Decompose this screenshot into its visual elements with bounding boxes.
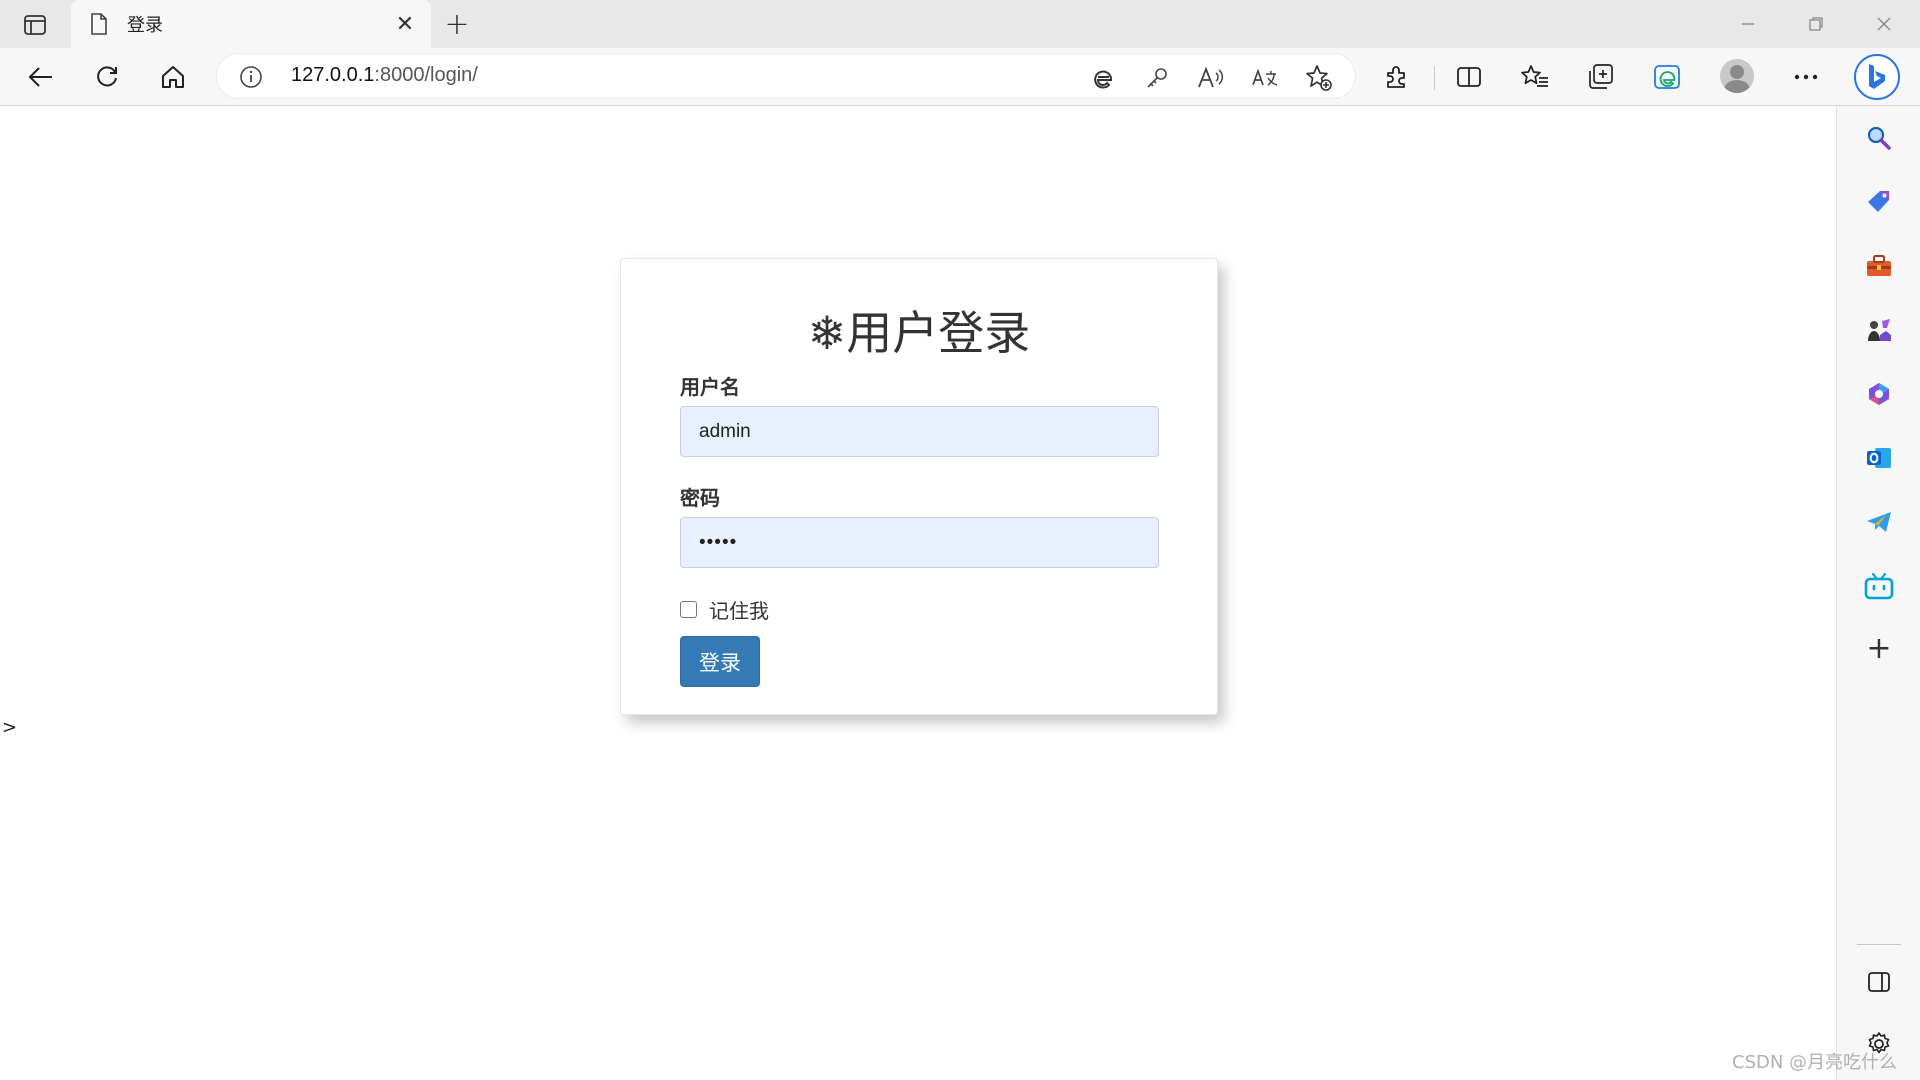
read-aloud-icon [1198,66,1224,88]
password-label: 密码 [680,486,720,510]
sidebar-office[interactable] [1859,374,1899,414]
split-screen-button[interactable] [1450,58,1488,96]
remember-label: 记住我 [709,599,769,623]
username-input[interactable] [680,406,1159,457]
edge-drop-button[interactable] [1648,58,1686,96]
username-label: 用户名 [680,375,740,399]
window-close-button[interactable] [1854,4,1914,44]
minimize-button[interactable] [1718,4,1778,44]
profile-avatar[interactable] [1720,59,1754,93]
collections-icon [1589,64,1613,89]
login-title: ❄用户登录 [807,306,1031,360]
home-button[interactable] [154,58,192,96]
login-card: ❄用户登录 用户名 密码 记住我 登录 [620,258,1218,715]
avatar-head [1730,65,1744,79]
sidebar-search[interactable] [1859,118,1899,158]
sidebar-shopping[interactable] [1859,182,1899,222]
sidebar-toggle-icon [1868,972,1890,992]
toolbox-icon [1867,255,1891,276]
close-icon [1877,17,1891,31]
more-button[interactable] [1787,58,1825,96]
tab-close-icon[interactable]: ✕ [393,12,417,37]
ie-mode-button[interactable] [1089,64,1117,92]
translate-icon [1252,68,1278,86]
search-icon [1867,126,1891,150]
office-icon [1869,383,1889,405]
collections-button[interactable] [1582,58,1620,96]
more-icon [1794,74,1818,80]
key-icon [1147,68,1167,88]
split-screen-icon [1457,67,1481,87]
outlook-icon [1867,448,1891,468]
watermark: CSDN @月亮吃什么 [1732,1052,1898,1073]
tab-title: 登录 [127,15,163,36]
sidebar-telegram[interactable] [1859,502,1899,542]
sidebar-separator [1857,944,1901,945]
bilibili-icon [1864,572,1894,600]
back-icon [28,67,52,87]
ie-mode-icon [1094,70,1112,89]
toolbar-separator [1434,66,1435,90]
page-content: > ❄用户登录 用户名 密码 记住我 登录 [0,107,1836,1080]
bing-icon [1869,64,1885,89]
address-bar[interactable]: 127.0.0.1:8000/login/ [216,53,1356,99]
read-aloud-button[interactable] [1197,64,1225,92]
extensions-button[interactable] [1378,58,1416,96]
stray-text: > [2,717,18,738]
extensions-icon [1387,66,1405,88]
sidebar-bilibili[interactable] [1859,566,1899,606]
sidebar-toggle-button[interactable] [1859,962,1899,1002]
password-input[interactable] [680,517,1159,568]
url-host: 127.0.0.1 [291,64,375,86]
add-favorite-button[interactable] [1305,64,1333,92]
bing-copilot-button[interactable] [1854,54,1900,100]
add-favorite-icon [1306,65,1332,91]
edge-drop-icon [1654,65,1680,89]
favorites-button[interactable] [1516,58,1554,96]
url-path: :8000/login/ [374,64,478,86]
games-icon [1868,319,1891,341]
back-button[interactable] [22,58,60,96]
refresh-button[interactable] [88,58,126,96]
restore-icon [1809,17,1823,31]
shopping-tag-icon [1868,191,1889,212]
login-button[interactable]: 登录 [680,636,760,687]
sidebar-add-button[interactable]: + [1859,628,1899,668]
translate-button[interactable] [1251,64,1279,92]
favorites-icon [1521,65,1548,87]
info-icon[interactable] [239,65,263,89]
new-tab-button[interactable]: + [440,7,474,42]
browser-tab-strip: 登录 ✕ + [0,0,1920,48]
telegram-icon [1867,512,1891,532]
page-icon [91,13,107,35]
browser-toolbar: 127.0.0.1:8000/login/ [0,48,1920,106]
sidebar-games[interactable] [1859,310,1899,350]
sidebar-outlook[interactable] [1859,438,1899,478]
remember-checkbox[interactable] [680,601,697,618]
remember-me[interactable]: 记住我 [680,595,769,624]
sidebar-tools[interactable] [1859,246,1899,286]
refresh-icon [97,66,117,87]
edge-sidebar: + [1836,106,1920,1080]
active-tab[interactable]: 登录 ✕ [71,0,431,48]
minimize-icon [1742,23,1754,25]
tab-actions-icon [24,15,46,35]
tab-actions-button[interactable] [18,10,52,40]
password-button[interactable] [1143,64,1171,92]
address-url[interactable]: 127.0.0.1:8000/login/ [291,64,478,87]
avatar-body [1724,80,1750,93]
restore-button[interactable] [1786,4,1846,44]
home-icon [162,66,184,88]
